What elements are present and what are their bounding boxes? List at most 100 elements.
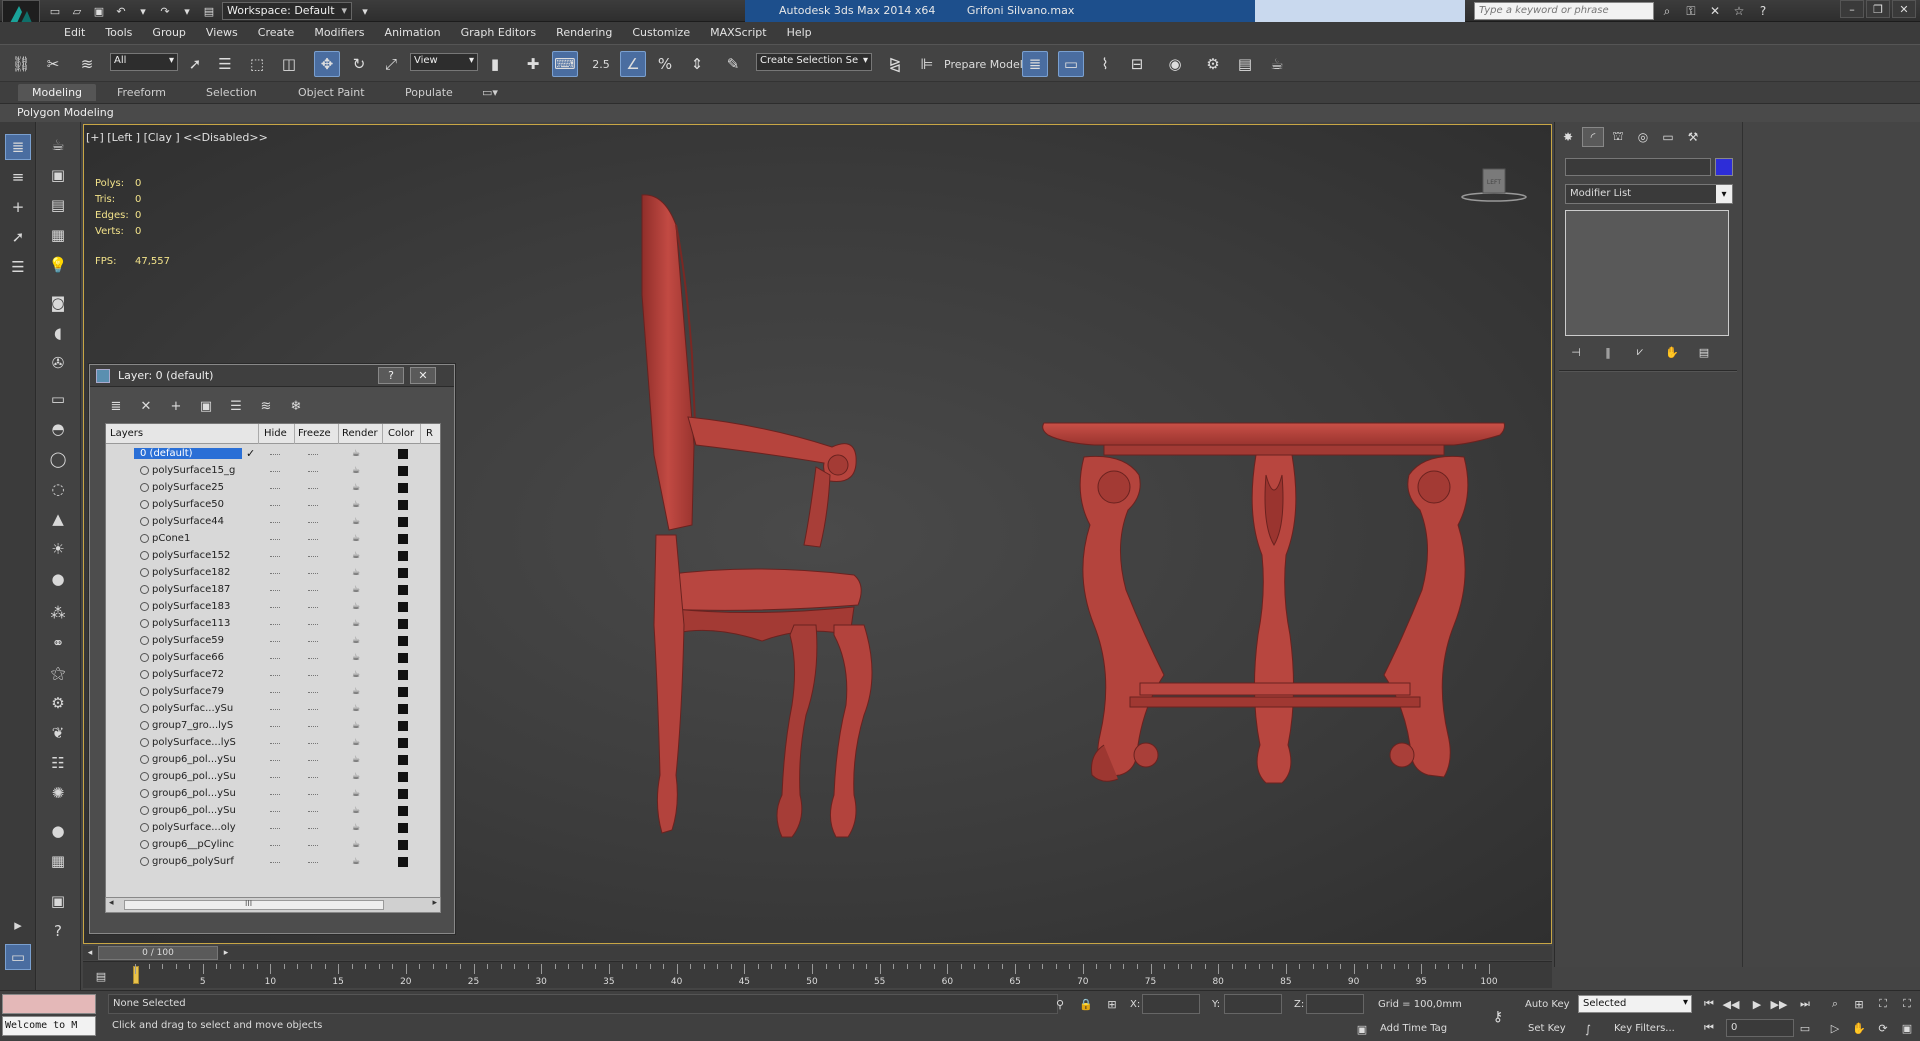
object-name-input[interactable] (1565, 158, 1711, 176)
menu-graph-editors[interactable]: Graph Editors (451, 22, 547, 44)
layer-row-name[interactable]: polySurface...lyS (152, 737, 242, 748)
sphere-icon[interactable]: ● (45, 566, 71, 592)
go-to-start-icon[interactable]: ⏮ (1700, 995, 1718, 1013)
layer-row-name[interactable]: polySurface66 (152, 652, 242, 663)
torus-icon[interactable]: ◌ (45, 476, 71, 502)
freeze-toggle[interactable] (308, 828, 318, 829)
render-teapot-icon[interactable]: ☕ (352, 857, 360, 867)
curve-editor-icon[interactable]: ⌇ (1092, 51, 1118, 77)
absolute-mode-icon[interactable]: ⊞ (1104, 996, 1120, 1012)
select-and-rotate-icon[interactable]: ↻ (346, 51, 372, 77)
ribbon-tab-modeling[interactable]: Modeling (18, 84, 97, 101)
menu-maxscript[interactable]: MAXScript (700, 22, 776, 44)
add-time-tag[interactable]: Add Time Tag (1380, 1023, 1447, 1034)
help-icon[interactable]: ? (1754, 2, 1772, 20)
freeze-toggle[interactable] (308, 743, 318, 744)
show-end-result-icon[interactable]: ‖ (1597, 344, 1619, 360)
layer-color-swatch[interactable] (398, 789, 408, 799)
render-teapot-icon[interactable]: ☕ (352, 483, 360, 493)
current-layer-check-icon[interactable]: ✓ (246, 447, 255, 460)
checker-icon[interactable]: ▦ (45, 848, 71, 874)
layer-object-row[interactable]: pCone1 ☕ (106, 531, 440, 548)
ribbon-tab-populate[interactable]: Populate (405, 86, 453, 99)
layer-object-row[interactable]: polySurface25 ☕ (106, 480, 440, 497)
freeze-toggle[interactable] (308, 505, 318, 506)
render-teapot-icon[interactable]: ☕ (352, 585, 360, 595)
speaker-icon[interactable]: ◖ (45, 320, 71, 346)
layer-row-name[interactable]: polySurfac...ySu (152, 703, 242, 714)
freeze-toggle[interactable] (308, 777, 318, 778)
scroll-thumb[interactable]: III (124, 899, 384, 910)
zoom-extents-all-icon[interactable]: ⛶ (1898, 995, 1916, 1013)
layer-color-swatch[interactable] (398, 755, 408, 765)
cone-icon[interactable]: ▲ (45, 506, 71, 532)
layer-row-name[interactable]: group6_pol...ySu (152, 754, 242, 765)
layer-row-name[interactable]: polySurface187 (152, 584, 242, 595)
render-teapot-icon[interactable]: ☕ (352, 636, 360, 646)
freeze-toggle[interactable] (308, 811, 318, 812)
layer-row-name[interactable]: pCone1 (152, 533, 242, 544)
help-circle-icon[interactable]: ? (45, 918, 71, 944)
expand-arrow-icon[interactable]: ▸ (5, 912, 31, 938)
new-file-icon[interactable]: ▭ (46, 3, 64, 19)
hide-toggle[interactable] (270, 743, 280, 744)
hide-toggle[interactable] (270, 692, 280, 693)
layer-row-name[interactable]: group6__pCylinc (152, 839, 242, 850)
freeze-toggle[interactable] (308, 675, 318, 676)
layer-horizontal-scrollbar[interactable]: ◂ III ▸ (105, 897, 441, 913)
render-teapot-icon[interactable]: ☕ (352, 806, 360, 816)
maxscript-listener-input[interactable] (2, 994, 96, 1014)
freeze-toggle[interactable] (308, 471, 318, 472)
col-freeze[interactable]: Freeze (298, 428, 331, 439)
select-highlighted-icon[interactable]: ▣ (194, 395, 218, 417)
layer-row-name[interactable]: polySurface152 (152, 550, 242, 561)
modifier-stack[interactable] (1565, 210, 1729, 336)
freeze-toggle[interactable] (308, 590, 318, 591)
layer-row-name[interactable]: polySurface44 (152, 516, 242, 527)
layer-object-row[interactable]: group6_pol...ySu ☕ (106, 786, 440, 803)
freeze-toggle[interactable] (308, 658, 318, 659)
angle-snap-icon[interactable]: ∠ (620, 51, 646, 77)
freeze-unfreeze-all-icon[interactable]: ❄ (284, 395, 308, 417)
create-layer-icon[interactable]: ≣ (104, 395, 128, 417)
set-key-button[interactable]: Set Key (1528, 1023, 1566, 1034)
freeze-toggle[interactable] (308, 845, 318, 846)
layer-row-name[interactable]: polySurface183 (152, 601, 242, 612)
hide-toggle[interactable] (270, 658, 280, 659)
hide-toggle[interactable] (270, 471, 280, 472)
freeze-toggle[interactable] (308, 573, 318, 574)
hide-toggle[interactable] (270, 607, 280, 608)
current-frame-marker[interactable] (133, 966, 139, 984)
layer-row-name[interactable]: group6_polySurf (152, 856, 242, 867)
next-frame-arrow-icon[interactable]: ▸ (219, 946, 233, 960)
maximize-viewport-icon[interactable]: ▣ (1898, 1019, 1916, 1037)
hair-icon[interactable]: ☷ (45, 750, 71, 776)
selection-filter-dropdown[interactable]: All (110, 53, 178, 71)
hide-toggle[interactable] (270, 675, 280, 676)
layer-object-row[interactable]: group7_gro...lyS ☕ (106, 718, 440, 735)
named-selection-dropdown[interactable]: Create Selection Se (756, 53, 872, 71)
layer-object-row[interactable]: polySurface50 ☕ (106, 497, 440, 514)
configure-modifier-sets-icon[interactable]: ▤ (1693, 344, 1715, 360)
key-mode-dropdown[interactable]: Selected (1578, 995, 1692, 1013)
isolate-selection-icon[interactable]: ⚲ (1052, 996, 1068, 1012)
percent-snap-icon[interactable]: % (652, 51, 678, 77)
layer-object-row[interactable]: group6__pCylinc ☕ (106, 837, 440, 854)
create-tab-icon[interactable]: ✸ (1557, 127, 1579, 147)
menu-animation[interactable]: Animation (375, 22, 451, 44)
pivot-center-icon[interactable]: ▮ (482, 51, 508, 77)
play-icon[interactable]: ▶ (1748, 995, 1766, 1013)
chevron-down-icon[interactable]: ▾ (1716, 185, 1732, 203)
render-setup-icon[interactable]: ⚙ (1200, 51, 1226, 77)
menu-views[interactable]: Views (196, 22, 248, 44)
layer-color-swatch[interactable] (398, 619, 408, 629)
layer-object-row[interactable]: polySurface...oly ☕ (106, 820, 440, 837)
freeze-toggle[interactable] (308, 556, 318, 557)
hemisphere-icon[interactable]: ◓ (45, 416, 71, 442)
layer-color-swatch[interactable] (398, 806, 408, 816)
align-icon[interactable]: ⊫ (914, 51, 940, 77)
layer-object-row[interactable]: polySurface66 ☕ (106, 650, 440, 667)
layer-row-name[interactable]: 0 (default) (134, 448, 242, 459)
freeze-toggle[interactable] (308, 760, 318, 761)
layer-color-swatch[interactable] (398, 585, 408, 595)
